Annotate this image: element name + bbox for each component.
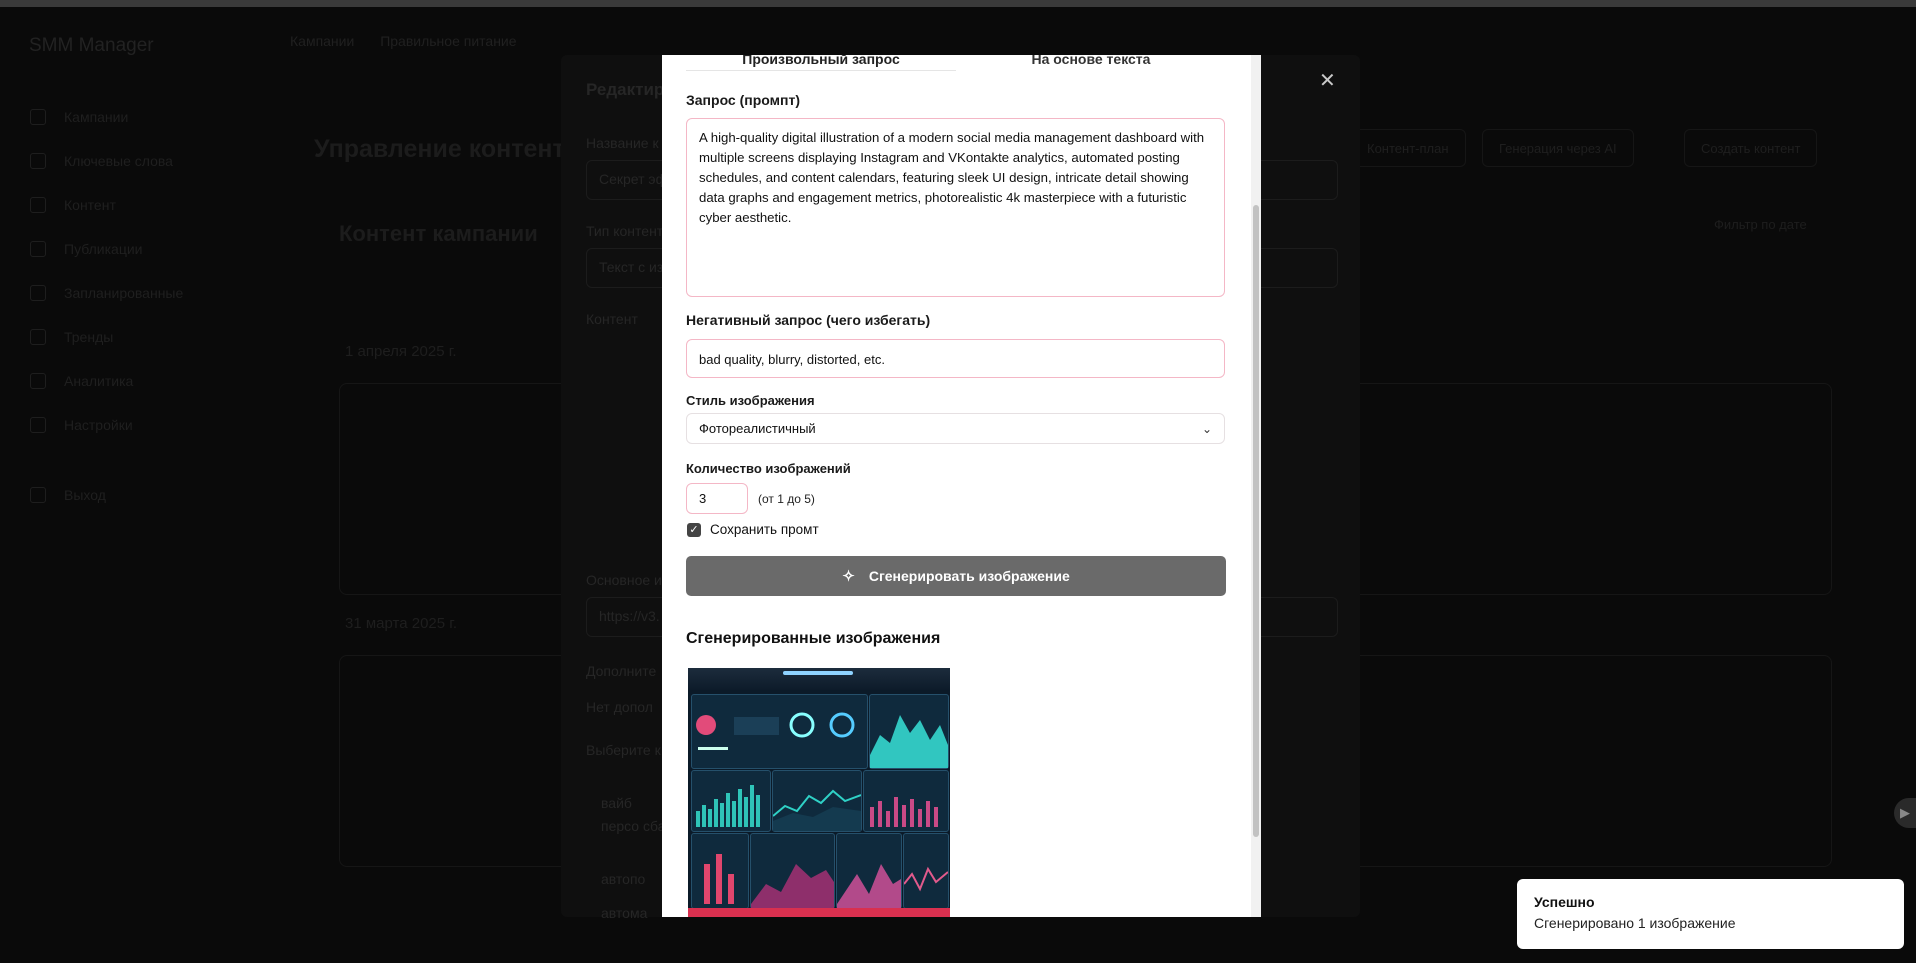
sidebar: Кампании Ключевые слова Контент Публикац… bbox=[30, 95, 183, 517]
toast-title: Успешно bbox=[1534, 894, 1595, 910]
sidebar-item-scheduled[interactable]: Запланированные bbox=[30, 271, 183, 315]
image-panel bbox=[691, 694, 868, 769]
image-panel bbox=[869, 694, 949, 769]
tab-campaign-name[interactable]: Правильное питание bbox=[380, 33, 516, 49]
sparkles-icon: ✧ bbox=[842, 568, 855, 585]
date-filter[interactable]: Фильтр по дате bbox=[1714, 217, 1807, 232]
field-label-content: Контент bbox=[586, 311, 638, 327]
image-panel bbox=[903, 833, 949, 909]
keyword-option[interactable]: автома bbox=[601, 905, 647, 921]
image-ceiling bbox=[688, 668, 950, 690]
field-label-main-image: Основное и bbox=[586, 572, 662, 588]
create-content-button[interactable]: Создать контент bbox=[1684, 129, 1818, 167]
image-panel bbox=[863, 770, 949, 832]
content-plan-button[interactable]: Контент-план bbox=[1350, 129, 1466, 167]
sidebar-item-logout[interactable]: Выход bbox=[30, 473, 183, 517]
additional-empty: Нет допол bbox=[586, 699, 653, 715]
sidebar-item-analytics[interactable]: Аналитика bbox=[30, 359, 183, 403]
chevron-down-icon: ⌄ bbox=[1201, 422, 1212, 436]
prompt-textarea[interactable]: A high-quality digital illustration of a… bbox=[686, 118, 1225, 297]
play-icon[interactable]: ▶ bbox=[1894, 798, 1916, 828]
keyword-option[interactable]: автопо bbox=[601, 871, 645, 887]
field-label-type: Тип контент bbox=[586, 223, 664, 239]
tab-text-based[interactable]: На основе текста bbox=[956, 55, 1226, 71]
clock-icon bbox=[30, 285, 46, 301]
content-icon bbox=[30, 197, 46, 213]
brand-name: SMM Manager bbox=[29, 35, 154, 56]
modal-scrollbar-thumb[interactable] bbox=[1253, 205, 1259, 837]
top-tabs: Кампании Правильное питание bbox=[290, 33, 539, 49]
image-generation-modal: Произвольный запрос На основе текста Зап… bbox=[662, 55, 1261, 917]
generated-image-thumbnail[interactable] bbox=[688, 668, 950, 917]
prompt-label: Запрос (промпт) bbox=[686, 92, 800, 108]
negative-prompt-label: Негативный запрос (чего избегать) bbox=[686, 312, 931, 328]
sidebar-item-publications[interactable]: Публикации bbox=[30, 227, 183, 271]
count-hint: (от 1 до 5) bbox=[758, 492, 815, 506]
sidebar-item-keywords[interactable]: Ключевые слова bbox=[30, 139, 183, 183]
sidebar-item-trends[interactable]: Тренды bbox=[30, 315, 183, 359]
toast-message: Сгенерировано 1 изображение bbox=[1534, 915, 1736, 931]
calendar-icon bbox=[30, 241, 46, 257]
success-toast: Успешно Сгенерировано 1 изображение bbox=[1517, 879, 1904, 949]
edit-dialog-title: Редактир bbox=[586, 80, 665, 99]
image-panel bbox=[836, 833, 902, 909]
field-label-keywords: Выберите к bbox=[586, 742, 661, 758]
image-floor bbox=[688, 908, 950, 917]
campaign-icon bbox=[30, 109, 46, 125]
browser-top-bar bbox=[0, 0, 1916, 7]
save-prompt-label[interactable]: Сохранить промт bbox=[710, 522, 819, 537]
section-title: Контент кампании bbox=[339, 221, 538, 246]
image-panel bbox=[772, 770, 862, 832]
tab-custom-prompt[interactable]: Произвольный запрос bbox=[686, 55, 956, 71]
image-panel bbox=[691, 833, 749, 909]
style-select-value: Фотореалистичный bbox=[699, 421, 816, 436]
date-group-2: 31 марта 2025 г. bbox=[345, 615, 458, 632]
date-group-1: 1 апреля 2025 г. bbox=[345, 343, 457, 360]
sidebar-item-content[interactable]: Контент bbox=[30, 183, 183, 227]
image-panel bbox=[691, 770, 771, 832]
negative-prompt-input[interactable]: bad quality, blurry, distorted, etc. bbox=[686, 339, 1225, 378]
field-label-title: Название к bbox=[586, 135, 659, 151]
field-label-additional: Дополните bbox=[586, 663, 657, 679]
save-prompt-checkbox[interactable]: ✓ bbox=[687, 523, 701, 537]
logout-icon bbox=[30, 487, 46, 503]
trend-icon bbox=[30, 329, 46, 345]
image-graph bbox=[696, 712, 855, 750]
gear-icon bbox=[30, 417, 46, 433]
sidebar-item-settings[interactable]: Настройки bbox=[30, 403, 183, 447]
prompt-mode-tabs: Произвольный запрос На основе текста bbox=[686, 55, 1226, 71]
page-title: Управление контентом bbox=[314, 135, 598, 163]
generate-image-button[interactable]: ✧ Сгенерировать изображение bbox=[686, 556, 1226, 596]
keyword-option[interactable]: вайб bbox=[601, 795, 632, 811]
style-label: Стиль изображения bbox=[686, 393, 815, 408]
style-select[interactable]: Фотореалистичный ⌄ bbox=[686, 413, 1225, 444]
close-icon[interactable]: ✕ bbox=[1319, 68, 1336, 93]
ai-generate-button[interactable]: Генерация через AI bbox=[1482, 129, 1634, 167]
search-icon bbox=[30, 153, 46, 169]
count-label: Количество изображений bbox=[686, 461, 851, 476]
generate-button-label: Сгенерировать изображение bbox=[868, 568, 1070, 584]
generated-images-title: Сгенерированные изображения bbox=[686, 630, 941, 647]
chart-icon bbox=[30, 373, 46, 389]
tab-campaigns[interactable]: Кампании bbox=[290, 33, 354, 49]
image-panel bbox=[750, 833, 835, 909]
sidebar-item-campaigns[interactable]: Кампании bbox=[30, 95, 183, 139]
image-count-input[interactable]: 3 bbox=[686, 483, 748, 514]
